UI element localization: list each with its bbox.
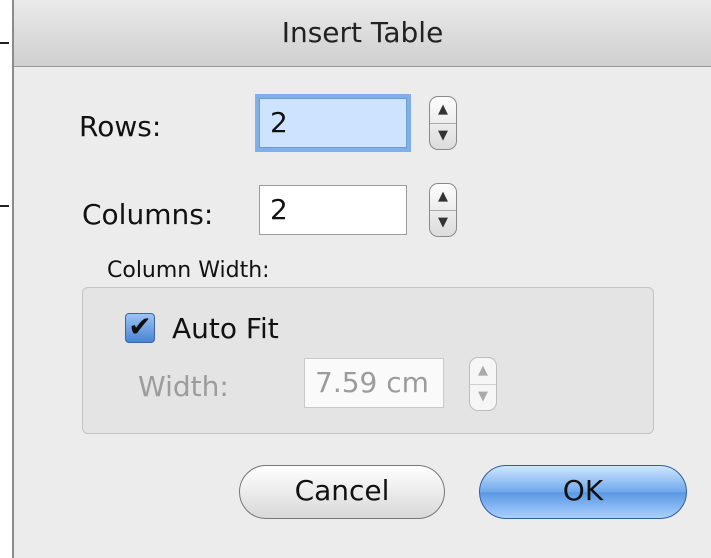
columns-input[interactable]: 2 <box>259 185 407 235</box>
rows-label: Rows: <box>79 110 162 143</box>
insert-table-dialog: Insert Table Rows: 2 ▲ ▼ Columns: 2 ▲ ▼ … <box>12 0 711 558</box>
width-label: Width: <box>138 370 229 403</box>
auto-fit-label[interactable]: Auto Fit <box>172 312 279 345</box>
columns-label: Columns: <box>82 198 214 231</box>
dialog-title: Insert Table <box>281 16 444 49</box>
width-decrement-icon[interactable]: ▼ <box>470 384 496 410</box>
width-increment-icon[interactable]: ▲ <box>470 358 496 385</box>
rows-increment-icon[interactable]: ▲ <box>430 97 456 124</box>
rows-decrement-icon[interactable]: ▼ <box>430 123 456 149</box>
columns-stepper[interactable]: ▲ ▼ <box>429 183 457 237</box>
background-window-edge-mark <box>0 42 9 44</box>
rows-stepper[interactable]: ▲ ▼ <box>429 96 457 150</box>
width-input[interactable]: 7.59 cm <box>304 358 444 408</box>
rows-input[interactable]: 2 <box>259 98 407 148</box>
checkmark-icon: ✔ <box>128 310 152 343</box>
dialog-titlebar[interactable]: Insert Table <box>14 0 711 67</box>
width-stepper[interactable]: ▲ ▼ <box>469 357 497 411</box>
background-window-edge-mark <box>0 205 9 207</box>
columns-decrement-icon[interactable]: ▼ <box>430 210 456 236</box>
cancel-button[interactable]: Cancel <box>239 465 445 519</box>
auto-fit-checkbox[interactable]: ✔ <box>125 313 155 343</box>
column-width-label: Column Width: <box>107 258 270 283</box>
ok-button[interactable]: OK <box>479 465 687 519</box>
columns-increment-icon[interactable]: ▲ <box>430 184 456 211</box>
